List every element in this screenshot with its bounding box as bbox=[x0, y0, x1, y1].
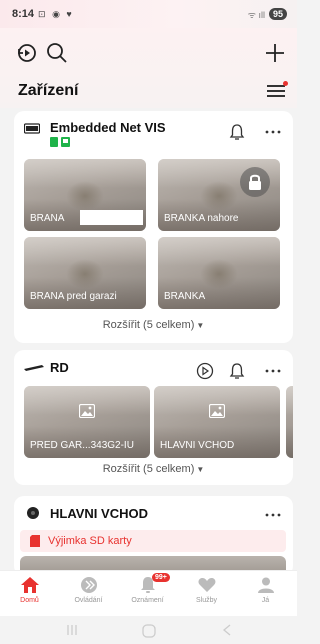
camera-thumbnail[interactable]: HLAVNI VCHOD bbox=[154, 386, 280, 458]
battery-indicator: 95 bbox=[268, 8, 287, 20]
menu-button[interactable] bbox=[267, 81, 288, 98]
recent-apps-icon[interactable] bbox=[66, 624, 78, 636]
nav-label: Já bbox=[261, 597, 270, 604]
more-icon[interactable] bbox=[264, 506, 282, 524]
lock-icon[interactable] bbox=[240, 167, 270, 197]
nav-item-services[interactable]: Služby bbox=[177, 575, 236, 604]
expand-button[interactable]: Rozšířit (5 celkem) ▼ bbox=[14, 463, 293, 475]
expand-label: Rozšířit (5 celkem) bbox=[102, 463, 195, 475]
camera-label: PRED GAR...343G2-IU bbox=[30, 440, 134, 451]
signal-icon: ᯤ ıll bbox=[247, 9, 265, 20]
sd-card-icon bbox=[30, 535, 40, 547]
add-device-button[interactable] bbox=[262, 40, 288, 66]
bell-icon[interactable] bbox=[228, 362, 246, 380]
expand-button[interactable]: Rozšířit (5 celkem) ▼ bbox=[14, 319, 293, 331]
camera-device-icon bbox=[27, 507, 39, 519]
device-card-header[interactable]: Embedded Net VIS bbox=[14, 111, 293, 151]
history-icon[interactable] bbox=[14, 40, 40, 66]
more-icon[interactable] bbox=[264, 123, 282, 141]
bottom-nav: Domů Ovládání 99+ Oznámení Služby Já bbox=[0, 570, 297, 616]
nav-item-control[interactable]: Ovládání bbox=[59, 575, 118, 604]
nav-item-home[interactable]: Domů bbox=[0, 575, 59, 604]
sd-card-alert[interactable]: Výjimka SD karty bbox=[20, 530, 286, 552]
camera-thumbnail[interactable]: BRANKA bbox=[158, 237, 280, 309]
user-icon bbox=[257, 577, 274, 593]
caret-down-icon: ▼ bbox=[196, 321, 205, 330]
more-icon[interactable] bbox=[264, 362, 282, 380]
sd-alert-text: Výjimka SD karty bbox=[48, 535, 132, 547]
camera-label: BRANA bbox=[30, 213, 65, 224]
expand-label: Rozšířit (5 celkem) bbox=[102, 319, 195, 331]
camera-thumbnail[interactable]: BRANA bbox=[24, 159, 146, 231]
device-card-hlavni-vchod: HLAVNI VCHOD Výjimka SD karty bbox=[14, 496, 293, 576]
device-status-icons bbox=[50, 137, 70, 147]
system-nav-bar bbox=[0, 616, 297, 644]
device-name: HLAVNI VCHOD bbox=[50, 506, 148, 521]
camera-thumbnail-partial[interactable] bbox=[286, 386, 293, 458]
camera-thumbnail[interactable]: PRED GAR...343G2-IU bbox=[24, 386, 150, 458]
status-bar: 8:14 ⊡ ◉ ♥ ᯤ ıll 95 bbox=[0, 0, 297, 28]
bell-icon[interactable] bbox=[228, 123, 246, 141]
play-icon[interactable] bbox=[196, 362, 214, 380]
control-icon bbox=[80, 577, 97, 593]
device-name: Embedded Net VIS bbox=[50, 120, 166, 135]
nav-label: Domů bbox=[20, 597, 39, 604]
recorder-icon bbox=[24, 365, 44, 371]
home-button-icon[interactable] bbox=[142, 624, 156, 638]
camera-thumbnail[interactable]: BRANKA nahore bbox=[158, 159, 280, 231]
back-icon[interactable] bbox=[222, 624, 232, 636]
menu-notification-dot bbox=[283, 81, 288, 86]
camera-label: BRANKA nahore bbox=[164, 213, 239, 224]
image-placeholder-icon bbox=[79, 404, 95, 418]
search-icon[interactable] bbox=[44, 40, 70, 66]
camera-label: BRANA pred garazi bbox=[30, 291, 117, 302]
device-name: RD bbox=[50, 360, 69, 375]
page-title: Zařízení bbox=[18, 82, 79, 99]
home-icon bbox=[20, 577, 39, 593]
status-time: 8:14 bbox=[12, 8, 35, 20]
notification-badge: 99+ bbox=[152, 573, 170, 582]
camera-label: HLAVNI VCHOD bbox=[160, 440, 235, 451]
caret-down-icon: ▼ bbox=[196, 465, 205, 474]
nav-label: Oznámení bbox=[131, 597, 164, 604]
image-placeholder-icon bbox=[209, 404, 225, 418]
recorder-icon bbox=[24, 123, 40, 134]
device-card-embedded-net-vis: Embedded Net VIS BRANA BRANKA nahore BRA… bbox=[14, 111, 293, 343]
nav-label: Ovládání bbox=[74, 597, 103, 604]
redacted-area bbox=[80, 210, 143, 225]
nav-item-notifications[interactable]: 99+ Oznámení bbox=[118, 573, 177, 604]
nav-label: Služby bbox=[195, 597, 217, 604]
camera-thumbnail[interactable]: BRANA pred garazi bbox=[24, 237, 146, 309]
device-card-header[interactable]: RD bbox=[14, 350, 293, 390]
camera-label: BRANKA bbox=[164, 291, 206, 302]
nav-item-me[interactable]: Já bbox=[236, 575, 295, 604]
status-right: ᯤ ıll 95 bbox=[248, 8, 287, 21]
toolbar bbox=[0, 36, 297, 68]
heart-icon bbox=[198, 578, 215, 592]
status-icons: ⊡ ◉ ♥ bbox=[38, 8, 74, 19]
device-card-rd: RD PRED GAR...343G2-IU HLAVNI VCHOD Rozš… bbox=[14, 350, 293, 485]
